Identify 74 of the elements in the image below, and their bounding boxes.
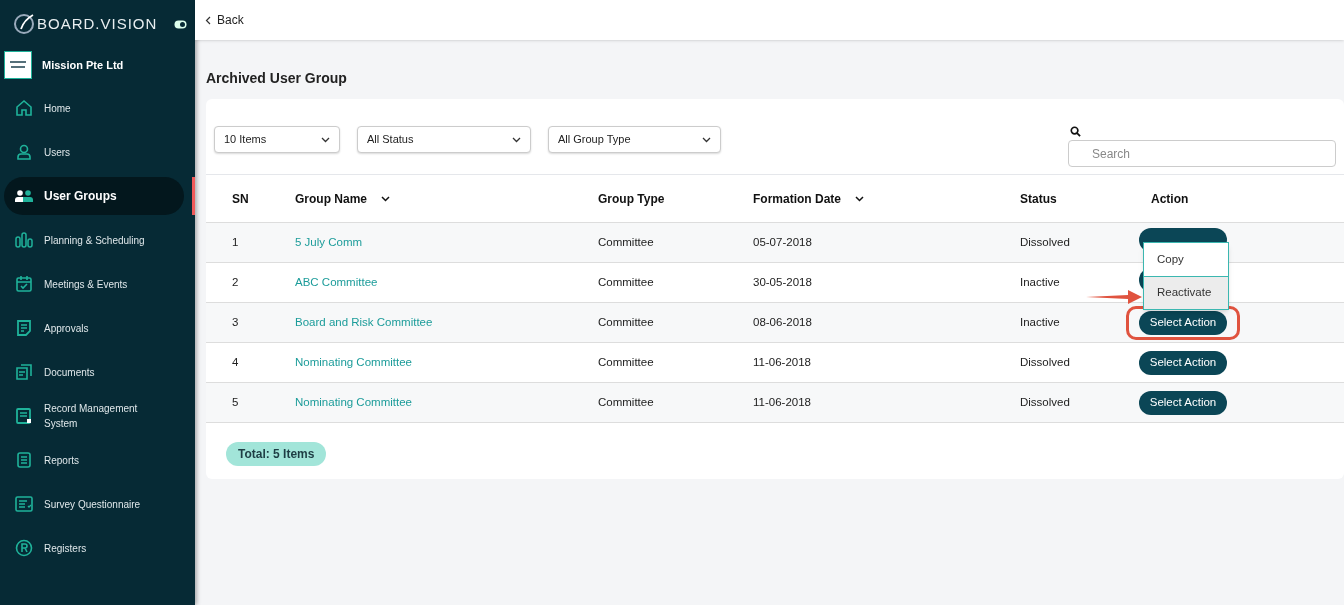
logo-icon <box>13 13 35 35</box>
sort-chevron-icon[interactable] <box>381 195 390 202</box>
search-field[interactable]: Search <box>1068 140 1336 167</box>
sidebar-item[interactable]: Users <box>0 130 195 174</box>
select-action-button[interactable]: Select Action <box>1139 390 1227 415</box>
table-cell: 11-06-2018 <box>753 395 811 408</box>
org-name: Mission Pte Ltd <box>42 57 124 73</box>
sidebar-item[interactable]: Record Management System <box>0 394 195 438</box>
chevron-left-icon <box>205 15 211 25</box>
table-cell: Dissolved <box>1020 355 1070 368</box>
sidebar-item[interactable]: Documents <box>0 350 195 394</box>
column-header: Status <box>1020 190 1057 208</box>
filter-dropdown[interactable]: All Group Type <box>548 126 721 153</box>
column-header: Group Type <box>598 190 665 208</box>
doc-icon <box>14 318 34 338</box>
table-cell: 4 <box>232 355 239 368</box>
back-link[interactable]: Back <box>205 11 244 29</box>
active-indicator <box>192 177 195 215</box>
registered-icon <box>14 538 34 558</box>
column-header: Action <box>1151 190 1189 208</box>
table-cell: Committee <box>598 395 654 408</box>
table-cell: 1 <box>232 235 239 248</box>
table-cell: Dissolved <box>1020 395 1070 408</box>
chevron-down-icon <box>512 136 521 143</box>
sidebar-item[interactable]: Planning & Scheduling <box>0 218 195 262</box>
user-icon <box>14 142 34 162</box>
sidebar-item[interactable]: User Groups <box>4 177 184 215</box>
select-action-button[interactable]: Select Action <box>1139 350 1227 375</box>
sidebar-item[interactable]: Meetings & Events <box>0 262 195 306</box>
menu-item[interactable]: Copy <box>1144 243 1228 276</box>
total-badge: Total: 5 Items <box>226 442 327 466</box>
home-icon <box>14 98 34 118</box>
filter-dropdown[interactable]: 10 Items <box>214 126 340 153</box>
docs-icon <box>14 362 34 382</box>
column-header: Formation Date <box>753 190 841 208</box>
table-cell: Inactive <box>1020 315 1060 328</box>
logo-icon <box>8 60 28 70</box>
sidebar-item[interactable]: Reports <box>0 438 195 482</box>
toggle-icon[interactable] <box>174 19 187 29</box>
table-cell: 5 <box>232 395 239 408</box>
bars-icon <box>14 230 34 250</box>
table-cell: Committee <box>598 315 654 328</box>
column-header: Group Name <box>295 190 367 208</box>
sort-chevron-icon[interactable] <box>855 195 864 202</box>
sidebar-item[interactable]: Survey Questionnaire <box>0 482 195 526</box>
sidebar-item[interactable]: Approvals <box>0 306 195 350</box>
table-cell: 11-06-2018 <box>753 355 811 368</box>
sidebar-item[interactable]: Home <box>0 86 195 130</box>
search-icon <box>1070 126 1081 137</box>
filter-dropdown[interactable]: All Status <box>357 126 531 153</box>
select-action-button[interactable]: Select Action <box>1139 310 1227 335</box>
list-icon <box>14 450 34 470</box>
table-cell: Committee <box>598 275 654 288</box>
table-cell: 2 <box>232 275 239 288</box>
table-cell: 08-06-2018 <box>753 315 812 328</box>
table-cell: 30-05-2018 <box>753 275 812 288</box>
calendar-icon <box>14 274 34 294</box>
page-title: Archived User Group <box>206 69 348 88</box>
chevron-down-icon <box>702 136 711 143</box>
column-header: SN <box>232 190 249 208</box>
group-name-link[interactable]: Nominating Committee <box>295 355 412 368</box>
table-cell: 3 <box>232 315 239 328</box>
table-cell: Committee <box>598 235 654 248</box>
survey-icon <box>14 494 34 514</box>
sidebar-item[interactable]: Registers <box>0 526 195 570</box>
table-cell: 05-07-2018 <box>753 235 812 248</box>
group-name-link[interactable]: ABC Committee <box>295 275 378 288</box>
table-cell: Inactive <box>1020 275 1060 288</box>
table-cell: Dissolved <box>1020 235 1070 248</box>
chevron-down-icon <box>321 136 330 143</box>
record-icon <box>14 406 34 426</box>
brand-name: BOARD.VISION <box>37 13 158 34</box>
menu-item[interactable]: Reactivate <box>1144 276 1228 309</box>
table-cell: Committee <box>598 355 654 368</box>
